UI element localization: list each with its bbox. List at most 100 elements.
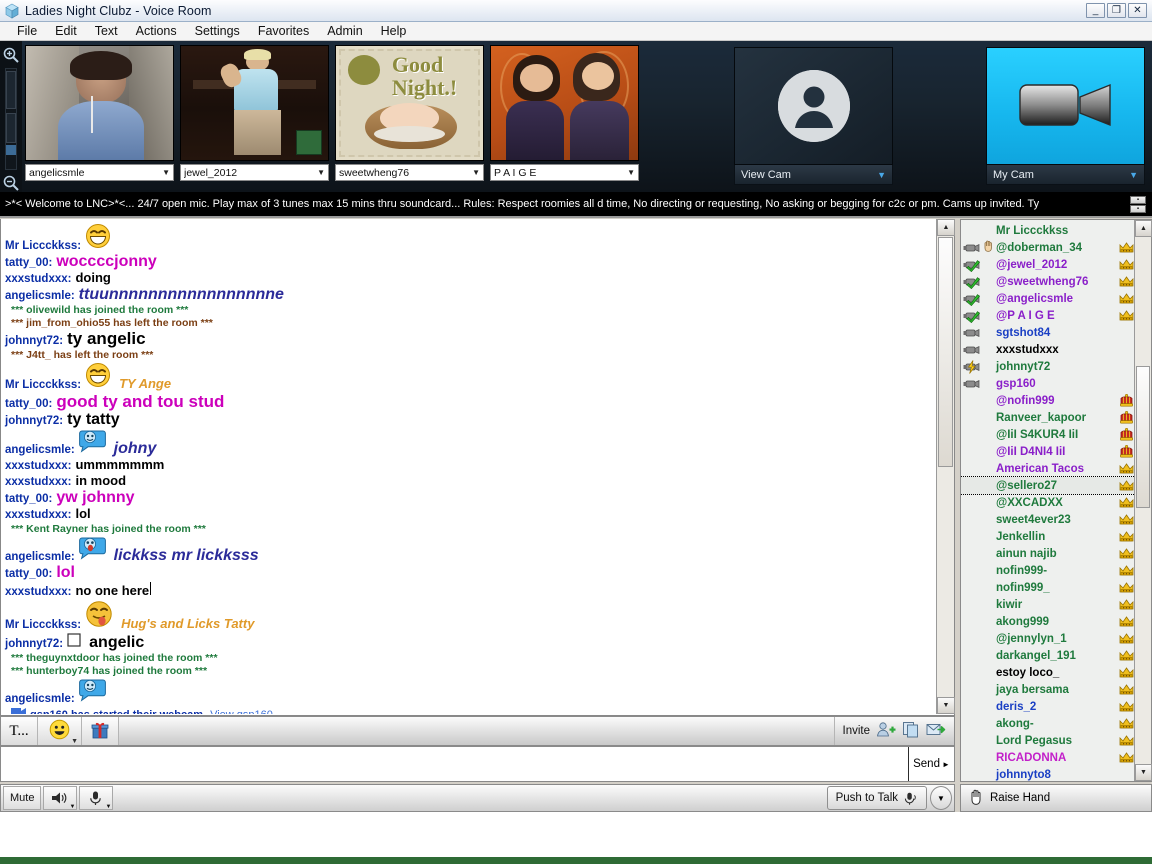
user-list-item[interactable]: @IiI D4NI4 IiI	[961, 443, 1135, 460]
chat-nickname[interactable]: angelicsmle:	[5, 444, 75, 457]
message-input-row[interactable]: Send ►	[0, 746, 955, 782]
user-list-item[interactable]: @XXCADXX	[961, 494, 1135, 511]
chat-nickname[interactable]: angelicsmle:	[5, 551, 75, 564]
menu-item-favorites[interactable]: Favorites	[249, 23, 318, 39]
user-list-item[interactable]: darkangel_191	[961, 647, 1135, 664]
user-list-item[interactable]: Jenkellin	[961, 528, 1135, 545]
chat-nickname[interactable]: johnnyt72:	[5, 638, 63, 651]
push-to-talk-dropdown[interactable]: ▼	[930, 786, 952, 810]
close-button[interactable]: ✕	[1128, 3, 1147, 18]
invite-group[interactable]: Invite	[833, 717, 954, 745]
chat-nickname[interactable]: Mr Liccckkss:	[5, 619, 81, 632]
user-list-item[interactable]: sweet4ever23	[961, 511, 1135, 528]
font-button[interactable]: T...	[1, 717, 38, 745]
chat-nickname[interactable]: tatty_00:	[5, 257, 52, 270]
user-list-item[interactable]: nofin999-	[961, 562, 1135, 579]
view-cam-panel[interactable]: View Cam ▼	[734, 41, 894, 192]
menu-item-actions[interactable]: Actions	[127, 23, 186, 39]
cam-panel[interactable]: jewel_2012 ▼	[177, 41, 332, 192]
cam-video[interactable]	[25, 45, 174, 161]
user-list-item[interactable]: @sweetwheng76	[961, 273, 1135, 290]
my-cam-panel[interactable]: My Cam ▼	[986, 41, 1152, 192]
ticker-scroll-up-button[interactable]: ▪	[1130, 195, 1146, 204]
zoom-in-icon[interactable]	[2, 46, 20, 64]
cam-video[interactable]	[490, 45, 639, 161]
cam-panel[interactable]: P A I G E ▼	[487, 41, 642, 192]
minimize-button[interactable]: _	[1086, 3, 1105, 18]
userlist-scroll-thumb[interactable]	[1136, 366, 1150, 508]
mute-button[interactable]: Mute	[3, 786, 42, 810]
cam-video[interactable]: Good Night.!	[335, 45, 484, 161]
user-list-item[interactable]: @IiI S4KUR4 IiI	[961, 426, 1135, 443]
cam-name-dropdown[interactable]: jewel_2012 ▼	[180, 164, 329, 181]
mic-dropdown-arrow-icon[interactable]: ▼	[106, 804, 112, 810]
menu-item-text[interactable]: Text	[86, 23, 127, 39]
user-list-item[interactable]: nofin999_	[961, 579, 1135, 596]
chat-nickname[interactable]: xxxstudxxx:	[5, 460, 71, 473]
user-list-item[interactable]: @P A I G E	[961, 307, 1135, 324]
chat-scrollbar[interactable]: ▲ ▼	[936, 219, 955, 714]
chat-nickname[interactable]: xxxstudxxx:	[5, 476, 71, 489]
user-list-item[interactable]: sgtshot84	[961, 324, 1135, 341]
view-webcam-link[interactable]: View gsp160	[210, 709, 273, 714]
chat-scroll-thumb[interactable]	[938, 237, 953, 467]
cam-name-dropdown[interactable]: sweetwheng76 ▼	[335, 164, 484, 181]
user-list-item[interactable]: @jennylyn_1	[961, 630, 1135, 647]
ticker-scroll-buttons[interactable]: ▪ ▪	[1130, 195, 1152, 213]
chat-nickname[interactable]: angelicsmle:	[5, 694, 75, 706]
speaker-volume-button[interactable]: ▼	[43, 786, 78, 810]
speaker-dropdown-arrow-icon[interactable]: ▼	[70, 804, 76, 810]
user-list-item[interactable]: @nofin999	[961, 392, 1135, 409]
user-list-item[interactable]: @sellero27	[961, 476, 1135, 495]
userlist-scroll-down-button[interactable]: ▼	[1135, 764, 1152, 781]
user-list-item[interactable]: akong-	[961, 715, 1135, 732]
my-cam-video[interactable]	[986, 47, 1145, 165]
chat-scroll-up-button[interactable]: ▲	[937, 219, 955, 236]
user-list-item[interactable]: Lord Pegasus	[961, 732, 1135, 749]
maximize-button[interactable]: ❐	[1107, 3, 1126, 18]
chat-scroll-down-button[interactable]: ▼	[937, 697, 955, 714]
chat-nickname[interactable]: xxxstudxxx:	[5, 273, 71, 286]
copy-icon[interactable]	[902, 721, 920, 741]
cam-name-dropdown[interactable]: angelicsmle ▼	[25, 164, 174, 181]
userlist-scroll-up-button[interactable]: ▲	[1135, 220, 1152, 237]
user-list-item[interactable]: gsp160	[961, 375, 1135, 392]
send-button[interactable]: Send ►	[908, 747, 954, 781]
cam-panel[interactable]: angelicsmle ▼	[22, 41, 177, 192]
user-list-item[interactable]: johnnyto8	[961, 766, 1135, 781]
user-list-item[interactable]: American Tacos	[961, 460, 1135, 477]
chat-nickname[interactable]: tatty_00:	[5, 398, 52, 411]
chat-nickname[interactable]: xxxstudxxx:	[5, 509, 71, 522]
user-list-item[interactable]: @angelicsmle	[961, 290, 1135, 307]
cam-video[interactable]	[180, 45, 329, 161]
raise-hand-button[interactable]: Raise Hand	[960, 784, 1152, 812]
user-list-scrollbar[interactable]: ▲ ▼	[1134, 220, 1152, 781]
chat-nickname[interactable]: johnnyt72:	[5, 415, 63, 428]
send-mail-icon[interactable]	[926, 721, 946, 741]
user-list-item[interactable]: Ranveer_kapoor	[961, 409, 1135, 426]
emoticon-dropdown-arrow-icon[interactable]: ▼	[71, 738, 78, 745]
chat-nickname[interactable]: Mr Liccckkss:	[5, 240, 81, 253]
cam-panel[interactable]: Good Night.! sweetwheng76 ▼	[332, 41, 487, 192]
user-list-item[interactable]: RICADONNA	[961, 749, 1135, 766]
chat-nickname[interactable]: angelicsmle:	[5, 290, 75, 303]
emoticon-button[interactable]: ▼	[38, 717, 82, 745]
user-list-item[interactable]: @doberman_34	[961, 239, 1135, 256]
menu-item-edit[interactable]: Edit	[46, 23, 86, 39]
zoom-out-icon[interactable]	[2, 174, 20, 192]
user-list-item[interactable]: xxxstudxxx	[961, 341, 1135, 358]
zoom-track[interactable]	[5, 68, 17, 170]
chat-nickname[interactable]: tatty_00:	[5, 493, 52, 506]
user-list-item[interactable]: jaya bersama	[961, 681, 1135, 698]
menu-item-admin[interactable]: Admin	[318, 23, 371, 39]
chat-nickname[interactable]: Mr Liccckkss:	[5, 379, 81, 392]
menu-item-help[interactable]: Help	[372, 23, 416, 39]
cam-zoom-slider[interactable]	[0, 41, 22, 192]
ticker-scroll-down-button[interactable]: ▪	[1130, 204, 1146, 213]
user-list-item[interactable]: estoy loco_	[961, 664, 1135, 681]
user-list-item[interactable]: akong999	[961, 613, 1135, 630]
user-list[interactable]: Mr Liccckkss @doberman_34 @jewel_2012 @swee…	[961, 220, 1135, 781]
chat-nickname[interactable]: xxxstudxxx:	[5, 587, 71, 599]
microphone-volume-button[interactable]: ▼	[79, 786, 114, 810]
user-list-item[interactable]: @jewel_2012	[961, 256, 1135, 273]
